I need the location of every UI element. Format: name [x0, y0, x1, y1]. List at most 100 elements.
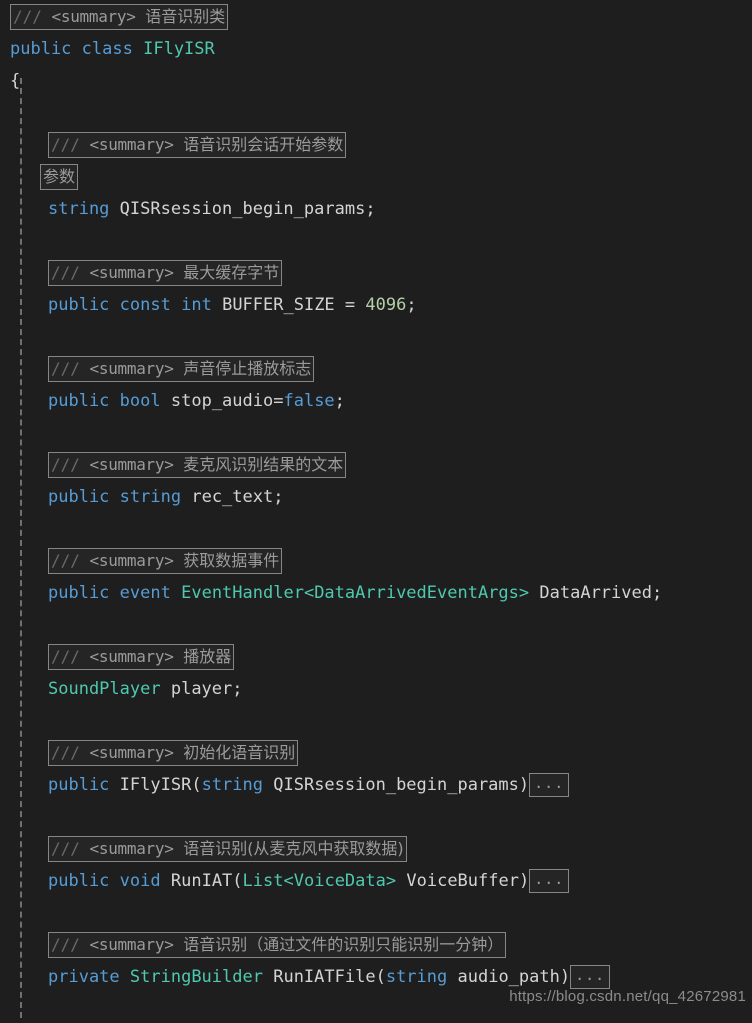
- angle-open: <: [303, 583, 315, 603]
- paren-open: (: [232, 871, 243, 891]
- doc-summary-box[interactable]: /// <summary> 语音识别类: [10, 4, 229, 30]
- summary-tag: <summary>: [89, 263, 174, 282]
- code-line: public const int BUFFER_SIZE = 4096;: [0, 289, 752, 321]
- summary-tag: <summary>: [89, 135, 174, 154]
- summary-tag: <summary>: [89, 647, 174, 666]
- summary-slashes: ///: [51, 263, 80, 282]
- code-line: public string rec_text;: [0, 481, 752, 513]
- keyword-public: public: [48, 487, 110, 507]
- paren-open: (: [375, 967, 386, 987]
- code-line: /// <summary> 最大缓存字节: [0, 257, 752, 289]
- summary-text: 语音识别（通过文件的识别只能识别一分钟）: [183, 935, 504, 954]
- collapsed-body-box[interactable]: ...: [529, 773, 570, 797]
- field-name: player: [170, 679, 233, 699]
- code-line: string QISRsession_begin_params;: [0, 193, 752, 225]
- summary-text: 播放器: [183, 647, 232, 666]
- keyword-private: private: [48, 967, 120, 987]
- keyword-bool: bool: [119, 391, 161, 411]
- equals-sign: =: [344, 295, 356, 315]
- keyword-void: void: [119, 871, 161, 891]
- code-line: /// <summary> 语音识别会话开始参数: [0, 129, 752, 161]
- code-line: /// <summary> 获取数据事件: [0, 545, 752, 577]
- doc-param-box[interactable]: 参数: [40, 164, 79, 190]
- keyword-public: public: [48, 391, 110, 411]
- keyword-public: public: [48, 871, 110, 891]
- summary-text: 麦克风识别结果的文本: [183, 455, 344, 474]
- summary-slashes: ///: [51, 935, 80, 954]
- param-box-text: 参数: [43, 167, 76, 186]
- method-name: RunIATFile: [273, 967, 376, 987]
- summary-slashes: ///: [51, 455, 80, 474]
- equals-sign: =: [273, 391, 284, 411]
- code-line: /// <summary> 语音识别类: [0, 1, 752, 33]
- event-name: DataArrived: [539, 583, 652, 603]
- keyword-false: false: [283, 391, 335, 411]
- code-line: /// <summary> 语音识别（通过文件的识别只能识别一分钟）: [0, 929, 752, 961]
- code-line: public IFlyISR(string QISRsession_begin_…: [0, 769, 752, 801]
- paren-close: ): [518, 775, 530, 795]
- code-line: public event EventHandler<DataArrivedEve…: [0, 577, 752, 609]
- paren-open: (: [191, 775, 202, 795]
- doc-summary-box[interactable]: /// <summary> 声音停止播放标志: [48, 356, 315, 382]
- keyword-class: class: [81, 39, 133, 59]
- summary-tag: <summary>: [89, 743, 174, 762]
- param-type-list: List: [242, 871, 284, 891]
- doc-summary-box[interactable]: /// <summary> 语音识别（通过文件的识别只能识别一分钟）: [48, 932, 507, 958]
- keyword-public: public: [48, 583, 110, 603]
- summary-tag: <summary>: [89, 455, 174, 474]
- watermark-url: https://blog.csdn.net/qq_42672981: [509, 988, 746, 1005]
- keyword-const: const: [119, 295, 171, 315]
- summary-text: 语音识别(从麦克风中获取数据): [183, 839, 404, 858]
- keyword-public: public: [48, 295, 110, 315]
- field-name: rec_text: [191, 487, 274, 507]
- param-name: VoiceBuffer: [406, 871, 519, 891]
- method-name: RunIAT: [170, 871, 233, 891]
- keyword-event: event: [119, 583, 171, 603]
- summary-text: 最大缓存字节: [183, 263, 280, 282]
- paren-close: ): [518, 871, 530, 891]
- summary-slashes: ///: [51, 647, 80, 666]
- code-line: public class IFlyISR: [0, 33, 752, 65]
- constant-name: BUFFER_SIZE: [222, 295, 335, 315]
- summary-slashes: ///: [51, 135, 80, 154]
- code-line: {: [0, 65, 752, 97]
- code-line: /// <summary> 语音识别(从麦克风中获取数据): [0, 833, 752, 865]
- collapsed-body-box[interactable]: ...: [529, 869, 570, 893]
- summary-tag: <summary>: [89, 935, 174, 954]
- semicolon: ;: [273, 487, 284, 507]
- summary-slashes: ///: [51, 551, 80, 570]
- summary-slashes: ///: [51, 359, 80, 378]
- type-soundplayer: SoundPlayer: [48, 679, 161, 699]
- summary-text: 声音停止播放标志: [183, 359, 312, 378]
- code-line: public bool stop_audio=false;: [0, 385, 752, 417]
- keyword-string: string: [48, 199, 110, 219]
- code-line: SoundPlayer player;: [0, 673, 752, 705]
- doc-summary-box[interactable]: /// <summary> 获取数据事件: [48, 548, 283, 574]
- keyword-public: public: [48, 775, 110, 795]
- summary-slashes: ///: [51, 839, 80, 858]
- semicolon: ;: [365, 199, 376, 219]
- field-name: QISRsession_begin_params: [119, 199, 366, 219]
- summary-text: 语音识别类: [145, 7, 226, 26]
- param-name: QISRsession_begin_params: [273, 775, 519, 795]
- keyword-int: int: [181, 295, 212, 315]
- doc-summary-box[interactable]: /// <summary> 语音识别会话开始参数: [48, 132, 347, 158]
- type-eventhandler: EventHandler: [181, 583, 304, 603]
- constructor-name: IFlyISR: [119, 775, 192, 795]
- doc-summary-box[interactable]: /// <summary> 播放器: [48, 644, 235, 670]
- code-content[interactable]: /// <summary> 语音识别类 public class IFlyISR…: [0, 0, 752, 1023]
- type-generic-arg: VoiceData: [293, 871, 386, 891]
- code-line: /// <summary> 初始化语音识别: [0, 737, 752, 769]
- doc-summary-box[interactable]: /// <summary> 最大缓存字节: [48, 260, 283, 286]
- code-line: /// <summary> 麦克风识别结果的文本: [0, 449, 752, 481]
- semicolon: ;: [651, 583, 663, 603]
- doc-summary-box[interactable]: /// <summary> 语音识别(从麦克风中获取数据): [48, 836, 407, 862]
- doc-summary-box[interactable]: /// <summary> 麦克风识别结果的文本: [48, 452, 347, 478]
- doc-summary-box[interactable]: /// <summary> 初始化语音识别: [48, 740, 299, 766]
